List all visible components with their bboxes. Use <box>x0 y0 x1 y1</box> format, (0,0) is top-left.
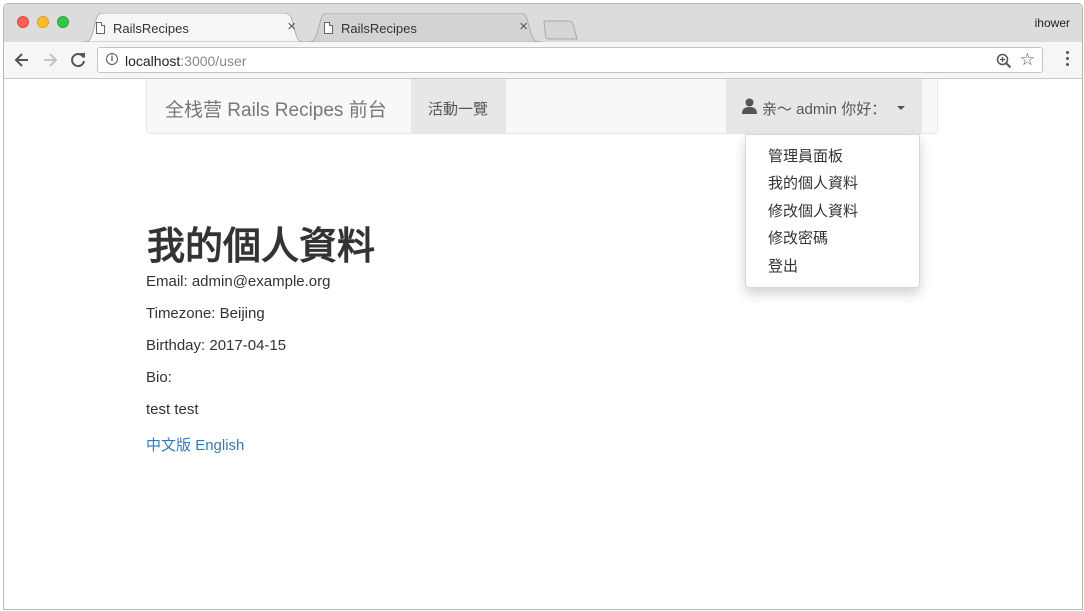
user-dropdown-menu: 管理員面板 我的個人資料 修改個人資料 修改密碼 登出 <box>745 134 920 288</box>
menu-item-logout[interactable]: 登出 <box>768 255 798 276</box>
menu-item-change-password[interactable]: 修改密碼 <box>768 227 828 248</box>
user-icon <box>742 98 757 114</box>
profile-email: Email: admin@example.org <box>146 273 331 290</box>
user-dropdown-toggle[interactable]: 亲～ admin 你好： <box>726 79 922 133</box>
close-tab-icon[interactable]: × <box>519 18 528 35</box>
user-greeting: 亲～ admin 你好： <box>762 101 887 118</box>
bookmark-star-icon[interactable]: ☆ <box>1020 51 1035 69</box>
tab-railsrecipes-2[interactable]: RailsRecipes × <box>306 13 542 42</box>
profile-birthday: Birthday: 2017-04-15 <box>146 337 287 354</box>
browser-menu-icon[interactable] <box>1066 51 1070 69</box>
info-icon[interactable]: i <box>106 53 118 65</box>
profile-bio-text: test test <box>146 401 199 418</box>
site-navbar: 全栈营 Rails Recipes 前台 活動一覽 亲～ admin 你好： <box>146 79 938 134</box>
browser-window: RailsRecipes × RailsRecipes × ihower i l… <box>3 3 1083 610</box>
tab-title: RailsRecipes <box>341 21 417 36</box>
url-path: :3000/user <box>180 53 247 69</box>
address-bar[interactable]: i localhost:3000/user ☆ <box>97 47 1043 73</box>
reload-icon[interactable] <box>67 49 89 71</box>
zoom-icon[interactable] <box>996 53 1012 69</box>
tab-railsrecipes-1[interactable]: RailsRecipes × <box>78 13 310 42</box>
link-chinese[interactable]: 中文版 <box>146 437 191 454</box>
url-host: localhost <box>125 53 181 69</box>
tab-title: RailsRecipes <box>113 21 189 36</box>
menu-item-admin-panel[interactable]: 管理員面板 <box>768 145 843 166</box>
profile-timezone: Timezone: Beijing <box>146 305 265 322</box>
nav-item-activities[interactable]: 活動一覽 <box>411 79 506 133</box>
page-icon <box>96 22 105 34</box>
profile-bio-label: Bio: <box>146 369 172 386</box>
tab-strip: RailsRecipes × RailsRecipes × ihower <box>4 4 1082 42</box>
language-links: 中文版 English <box>146 434 244 455</box>
page-title: 我的個人資料 <box>147 226 376 268</box>
nav-item-label: 活動一覽 <box>428 101 489 118</box>
forward-arrow-icon[interactable] <box>39 49 61 71</box>
page-content: 全栈营 Rails Recipes 前台 活動一覽 亲～ admin 你好： 管… <box>4 79 1082 609</box>
caret-down-icon <box>897 106 905 110</box>
navbar-brand[interactable]: 全栈营 Rails Recipes 前台 <box>165 95 387 122</box>
link-english[interactable]: English <box>195 437 244 454</box>
browser-toolbar: i localhost:3000/user ☆ <box>4 42 1082 79</box>
menu-item-edit-profile[interactable]: 修改個人資料 <box>768 200 858 221</box>
minimize-window-button[interactable] <box>37 16 49 28</box>
close-window-button[interactable] <box>17 16 29 28</box>
profile-name[interactable]: ihower <box>1035 16 1070 30</box>
maximize-window-button[interactable] <box>57 16 69 28</box>
url-text[interactable]: localhost:3000/user <box>125 53 246 69</box>
page-icon <box>324 22 333 34</box>
new-tab-button[interactable] <box>542 20 578 40</box>
menu-item-my-profile[interactable]: 我的個人資料 <box>768 172 858 193</box>
close-tab-icon[interactable]: × <box>287 18 296 35</box>
back-arrow-icon[interactable] <box>11 49 33 71</box>
